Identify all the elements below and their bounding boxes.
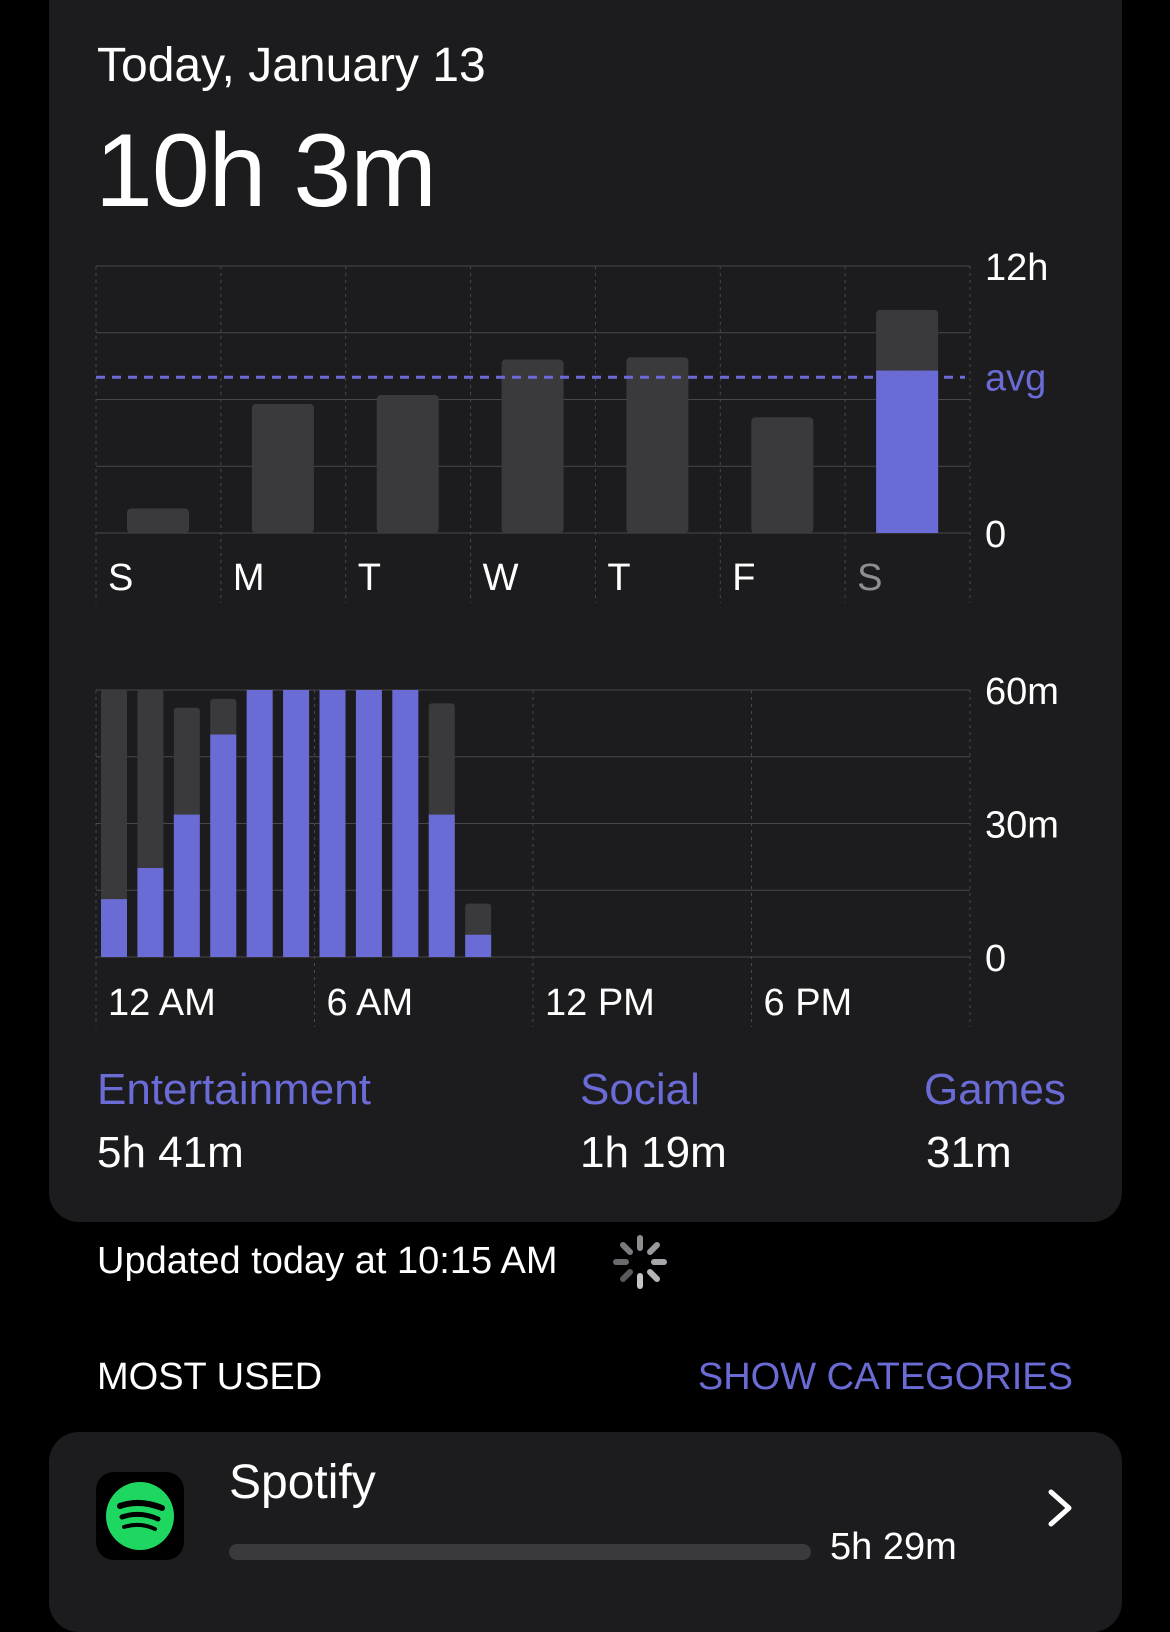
hourly-x-tick: 6 PM: [764, 982, 853, 1024]
hourly-usage-chart[interactable]: 12 AM 6 AM 12 PM 6 PM 60m 30m 0: [0, 0, 1170, 1040]
app-usage-bar-fill: [229, 1544, 794, 1560]
chevron-right-icon: [1048, 1489, 1072, 1527]
hourly-x-tick: 12 PM: [545, 982, 655, 1024]
most-used-heading: MOST USED: [97, 1356, 323, 1398]
category-value-entertainment: 5h 41m: [97, 1128, 244, 1177]
spotify-icon: [96, 1472, 184, 1560]
hourly-bar-highlight: [392, 690, 419, 957]
hourly-bar-highlight: [283, 690, 310, 957]
updated-status: Updated today at 10:15 AM: [97, 1240, 558, 1282]
category-label-entertainment: Entertainment: [97, 1065, 371, 1114]
app-name: Spotify: [229, 1456, 376, 1509]
hourly-x-tick: 6 AM: [327, 982, 414, 1024]
hourly-bar-highlight: [465, 934, 492, 957]
app-time: 5h 29m: [830, 1526, 957, 1568]
hourly-bar-highlight: [428, 814, 455, 957]
hourly-bar-highlight: [246, 690, 273, 957]
app-usage-bar: [229, 1544, 811, 1560]
hourly-bar-highlight: [210, 734, 237, 957]
hourly-bar-highlight: [319, 690, 346, 957]
hourly-bar-highlight: [355, 690, 382, 957]
hourly-bar-highlight: [137, 868, 164, 957]
hourly-bar-highlight: [173, 814, 200, 957]
show-categories-button[interactable]: SHOW CATEGORIES: [698, 1356, 1073, 1399]
category-label-games: Games: [924, 1065, 1066, 1114]
hourly-x-tick: 12 AM: [108, 982, 216, 1024]
hourly-bar-highlight: [101, 899, 127, 957]
category-label-social: Social: [580, 1065, 700, 1114]
hourly-y-tick: 30m: [985, 805, 1059, 847]
loading-spinner-icon: [613, 1235, 667, 1289]
category-value-social: 1h 19m: [580, 1128, 727, 1177]
hourly-y-tick: 60m: [985, 671, 1059, 713]
hourly-y-tick: 0: [985, 938, 1006, 980]
category-value-games: 31m: [926, 1128, 1012, 1177]
app-row-spotify[interactable]: [49, 1432, 1122, 1632]
